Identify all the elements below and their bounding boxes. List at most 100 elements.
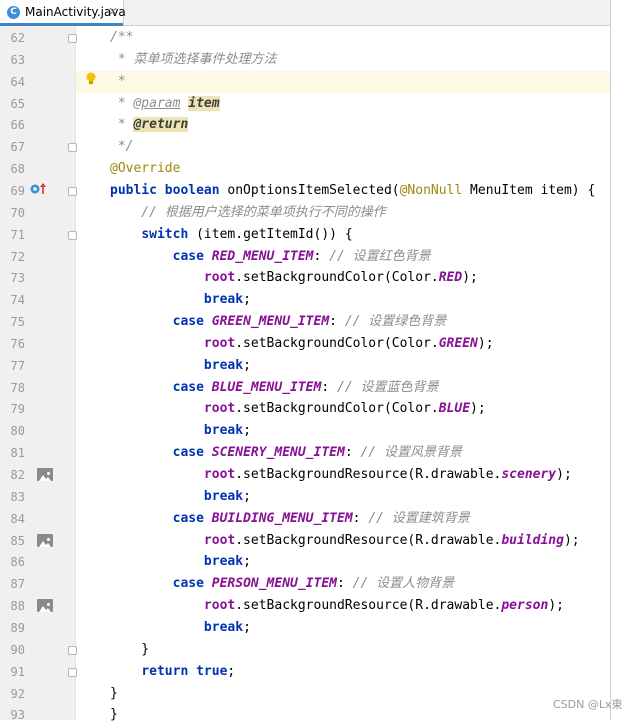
code-line[interactable]: } (110, 704, 118, 726)
close-icon[interactable]: × (108, 4, 118, 18)
image-resource-icon[interactable] (37, 533, 53, 547)
code-token: root (203, 467, 236, 482)
code-line[interactable]: return true; (110, 661, 235, 683)
code-line[interactable]: * @param item (110, 93, 220, 115)
code-line[interactable]: break; (110, 617, 251, 639)
code-token: ); (462, 270, 478, 286)
code-token: case (172, 314, 212, 330)
line-number: 69 (10, 183, 25, 198)
code-token: RED_MENU_ITEM (211, 248, 314, 264)
code-line[interactable]: public boolean onOptionsItemSelected(@No… (110, 180, 595, 202)
code-token: break (203, 423, 244, 439)
fold-marker-icon[interactable] (68, 230, 77, 240)
code-line[interactable]: * 菜单项选择事件处理方法 (110, 49, 277, 71)
code-token: * (110, 117, 134, 133)
code-token: case (172, 445, 212, 461)
code-line[interactable]: break; (110, 551, 251, 573)
code-token: // 设置风景背景 (360, 445, 462, 461)
code-line[interactable]: case RED_MENU_ITEM: // 设置红色背景 (110, 246, 431, 268)
code-line[interactable]: case BUILDING_MENU_ITEM: // 设置建筑背景 (110, 508, 470, 530)
java-class-icon: C (7, 6, 20, 19)
code-line[interactable]: root.setBackgroundResource(R.drawable.bu… (110, 530, 580, 552)
code-line[interactable]: @Override (110, 158, 180, 180)
code-line[interactable]: * (110, 71, 126, 93)
code-token: : (352, 510, 369, 526)
code-token: .setBackgroundColor(Color. (235, 270, 439, 286)
fold-marker-icon[interactable] (68, 645, 77, 655)
line-number: 70 (10, 205, 25, 220)
code-line[interactable]: } (110, 683, 118, 705)
code-token: ); (470, 401, 486, 417)
fold-marker-icon[interactable] (68, 34, 77, 43)
code-line[interactable]: } (110, 639, 149, 661)
code-token: @Override (110, 161, 181, 177)
code-token: public boolean (110, 182, 228, 198)
code-token: person (501, 598, 549, 614)
code-token: BUILDING_MENU_ITEM (211, 510, 353, 526)
code-line[interactable]: */ (110, 136, 134, 158)
code-line[interactable]: break; (110, 420, 251, 442)
code-line[interactable]: root.setBackgroundColor(Color.GREEN); (110, 333, 494, 355)
code-token: // 设置绿色背景 (344, 314, 447, 330)
code-line[interactable]: case PERSON_MENU_ITEM: // 设置人物背景 (110, 573, 455, 595)
code-token: break (203, 357, 244, 373)
code-token: // 设置蓝色背景 (337, 379, 439, 395)
code-token: switch (141, 226, 189, 242)
override-method-icon[interactable] (30, 182, 50, 196)
fold-marker-icon[interactable] (68, 186, 77, 196)
code-token: root (203, 401, 236, 417)
code-line[interactable]: * @return (110, 114, 189, 136)
code-line[interactable]: root.setBackgroundColor(Color.BLUE); (110, 398, 486, 420)
image-resource-icon[interactable] (37, 599, 53, 613)
line-number: 75 (10, 315, 25, 330)
code-token: : (321, 379, 337, 395)
code-line[interactable]: break; (110, 289, 251, 311)
code-token: .setBackgroundColor(Color. (235, 401, 439, 417)
line-number: 68 (10, 162, 25, 177)
line-number: 81 (10, 446, 25, 461)
fold-marker-icon[interactable] (68, 143, 77, 153)
code-token: GREEN_MENU_ITEM (211, 314, 330, 330)
code-token: onOptionsItemSelected( (227, 182, 400, 198)
code-token: root (203, 598, 236, 614)
code-token: ); (563, 532, 580, 548)
code-token: BLUE (438, 401, 471, 417)
code-token: SCENERY_MENU_ITEM (211, 445, 345, 461)
code-line[interactable]: // 根据用户选择的菜单项执行不同的操作 (110, 202, 386, 224)
code-line[interactable]: case BLUE_MENU_ITEM: // 设置蓝色背景 (110, 377, 439, 399)
line-number: 76 (10, 336, 25, 351)
code-line[interactable]: root.setBackgroundResource(R.drawable.sc… (110, 464, 572, 486)
code-token: building (501, 532, 564, 548)
code-line[interactable]: switch (item.getItemId()) { (110, 224, 352, 246)
line-number: 89 (10, 620, 25, 635)
lightbulb-icon[interactable] (86, 72, 96, 86)
code-line[interactable]: break; (110, 355, 251, 377)
code-token: * (110, 95, 134, 111)
code-line[interactable]: case SCENERY_MENU_ITEM: // 设置风景背景 (110, 442, 462, 464)
code-token: @return (133, 117, 189, 133)
code-token: : (313, 248, 330, 264)
code-line[interactable]: break; (110, 486, 251, 508)
code-token: GREEN (438, 335, 478, 351)
code-line[interactable]: case GREEN_MENU_ITEM: // 设置绿色背景 (110, 311, 447, 333)
code-line[interactable]: root.setBackgroundResource(R.drawable.pe… (110, 595, 564, 617)
image-resource-icon[interactable] (37, 468, 53, 481)
code-line[interactable]: root.setBackgroundColor(Color.RED); (110, 267, 478, 289)
code-token: BLUE_MENU_ITEM (211, 379, 322, 395)
code-line[interactable]: /** (110, 27, 133, 49)
fold-marker-icon[interactable] (68, 667, 77, 677)
code-token: case (172, 379, 212, 395)
tab-main-activity[interactable]: C MainActivity.java × (0, 0, 126, 26)
line-number: 62 (10, 31, 25, 45)
